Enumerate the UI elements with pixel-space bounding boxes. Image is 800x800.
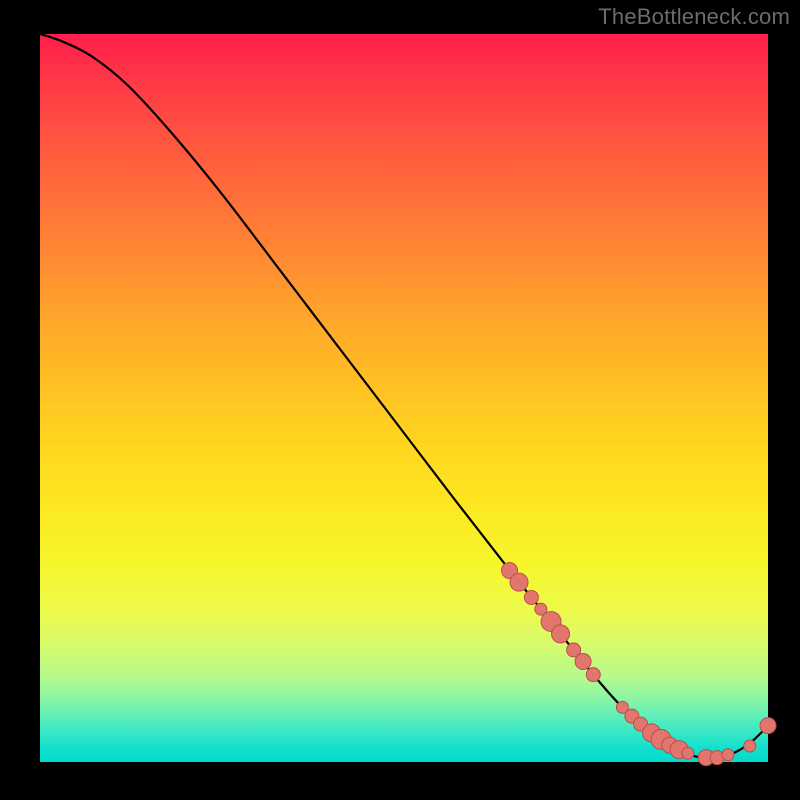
marker-group xyxy=(502,563,776,766)
data-marker xyxy=(760,718,776,734)
attribution-label: TheBottleneck.com xyxy=(598,4,790,30)
data-marker xyxy=(586,668,600,682)
data-marker xyxy=(575,654,591,670)
chart-svg xyxy=(40,34,768,762)
data-marker xyxy=(524,590,538,604)
data-marker xyxy=(510,573,528,591)
plot-area xyxy=(40,34,768,762)
chart-stage: TheBottleneck.com xyxy=(0,0,800,800)
data-marker xyxy=(722,749,734,761)
bottleneck-curve xyxy=(40,34,768,758)
data-marker xyxy=(682,747,694,759)
data-marker xyxy=(744,740,756,752)
data-marker xyxy=(552,625,570,643)
